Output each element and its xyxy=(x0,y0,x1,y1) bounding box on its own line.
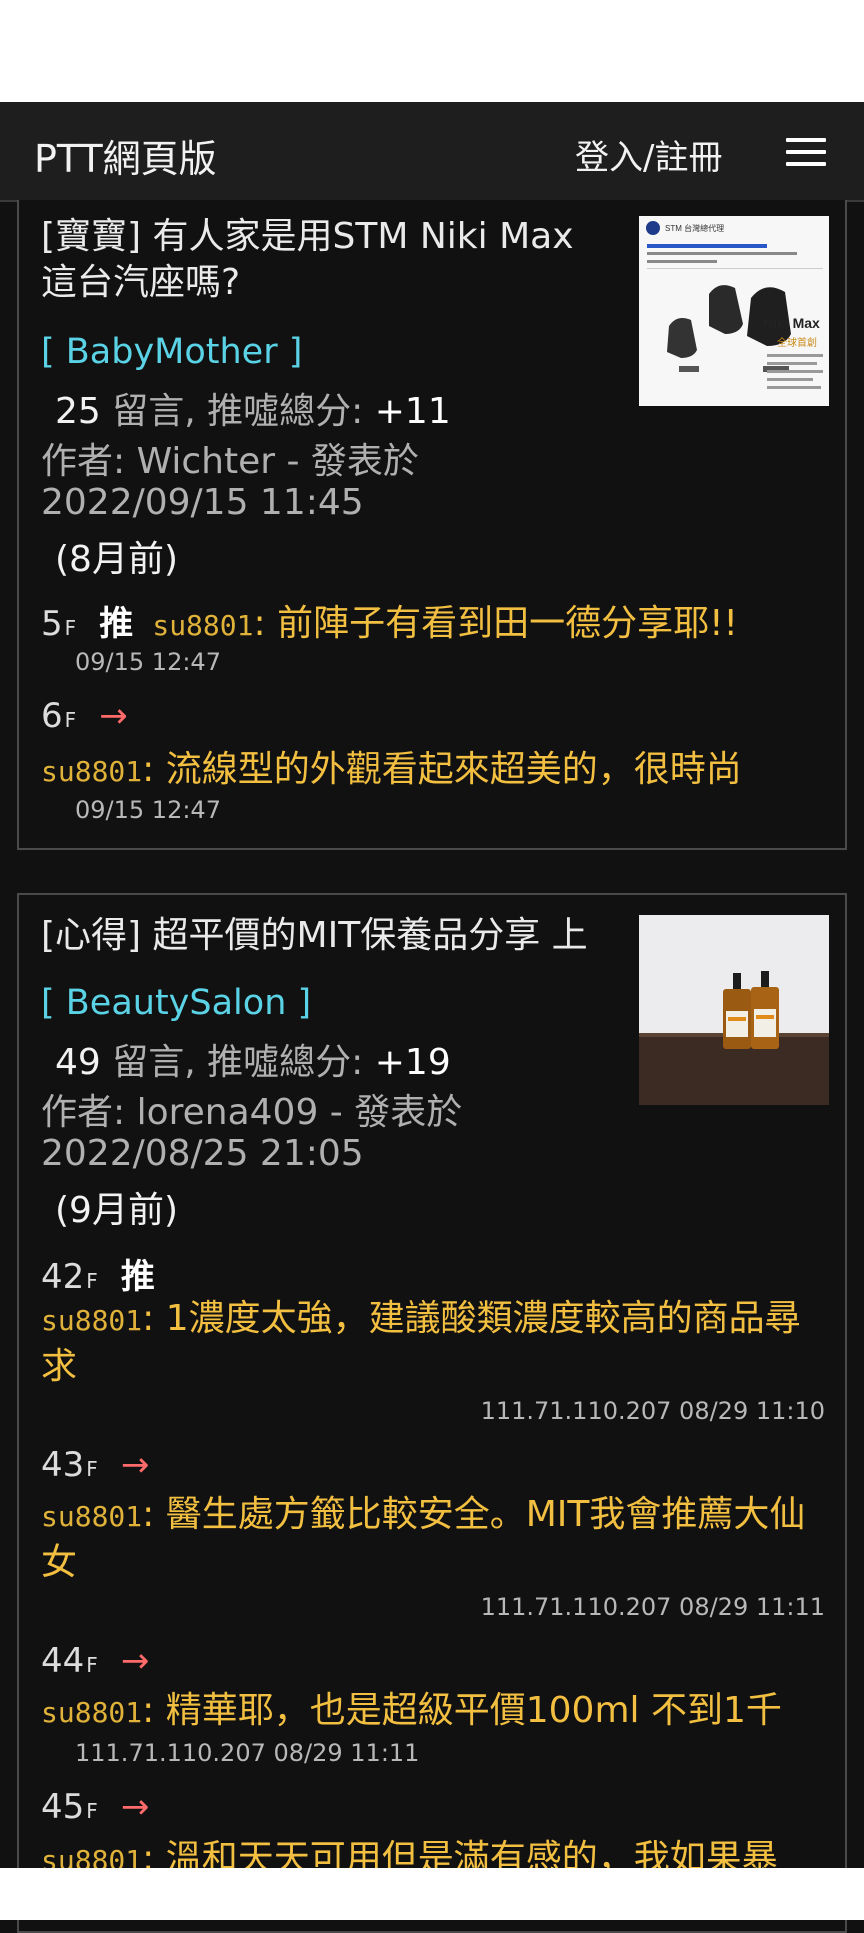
comment-count: 49 xyxy=(55,1042,101,1083)
comment-user: su8801 xyxy=(41,1500,143,1533)
post-thumbnail[interactable] xyxy=(639,915,829,1105)
comment-header: 6F → xyxy=(41,696,128,736)
car-seat-image-icon: STM 台灣總代理 Niki Max 全球首創 xyxy=(639,216,829,406)
board-link[interactable]: [ BeautySalon ] xyxy=(41,983,311,1023)
floor-number: 45 F xyxy=(41,1787,98,1827)
post-stats: 49 留言, 推噓總分: +19 xyxy=(55,1033,451,1085)
comment-user: su8801 xyxy=(41,1304,143,1337)
post-age: (8月前) xyxy=(55,539,178,580)
score: +19 xyxy=(374,1042,451,1083)
comment-user: su8801 xyxy=(152,609,254,642)
arrow-tag-icon: → xyxy=(120,1787,150,1827)
comment-header: 44 F → xyxy=(41,1641,149,1681)
post-date: 2022/08/25 21:05 xyxy=(41,1133,364,1174)
comment-header: 45 F → xyxy=(41,1787,149,1827)
comment-count: 25 xyxy=(55,391,101,432)
push-tag: 推 xyxy=(120,1257,155,1297)
serum-bottles-image-icon xyxy=(639,915,829,1105)
post-thumbnail[interactable]: STM 台灣總代理 Niki Max 全球首創 xyxy=(639,216,829,406)
comment-time: 111.71.110.207 08/29 11:11 xyxy=(75,1739,420,1767)
comment-text: : 精華耶，也是超級平價100ml 不到1千 xyxy=(142,1690,782,1731)
post-age: (9月前) xyxy=(55,1190,178,1231)
comment-user: su8801 xyxy=(41,755,143,788)
comment-text: : 流線型的外觀看起來超美的，很時尚 xyxy=(142,749,742,790)
author-line: 作者: lorena409 - 發表於 xyxy=(41,1092,463,1133)
floor-number: 42 F xyxy=(41,1257,98,1297)
comment-header: 43 F → xyxy=(41,1445,149,1485)
push-tag: 推 xyxy=(99,604,134,644)
arrow-tag-icon: → xyxy=(120,1445,150,1485)
comment-time: 09/15 12:47 xyxy=(75,648,221,676)
comment-header: 5F 推 su8801: 前陣子有看到田一德分享耶!! xyxy=(41,596,738,648)
comment-body: su8801: 醫生處方籤比較安全。MIT我會推薦大仙女 xyxy=(41,1491,831,1587)
arrow-tag-icon: → xyxy=(120,1641,150,1681)
comment-time: 111.71.110.207 08/29 11:11 xyxy=(480,1593,825,1621)
comment-body: su8801: 1濃度太強，建議酸類濃度較高的商品尋求 xyxy=(41,1295,831,1391)
floor-number: 5F xyxy=(41,604,77,644)
comment-header: 42 F 推 xyxy=(41,1249,155,1298)
svg-text:STM 台灣總代理: STM 台灣總代理 xyxy=(665,223,724,233)
stats-label: 留言, 推噓總分: xyxy=(112,1042,364,1083)
comment-text: : 1濃度太強，建議酸類濃度較高的商品尋求 xyxy=(41,1298,801,1387)
post-date: 2022/09/15 11:45 xyxy=(41,482,364,523)
post-title[interactable]: [心得] 超平價的MIT保養品分享 上 xyxy=(41,913,611,959)
comment-text: : 醫生處方籤比較安全。MIT我會推薦大仙女 xyxy=(41,1494,806,1583)
comment-user: su8801 xyxy=(41,1696,143,1729)
board-link[interactable]: [ BabyMother ] xyxy=(41,332,302,372)
arrow-tag-icon: → xyxy=(99,696,128,736)
comment-time: 111.71.110.207 08/29 11:10 xyxy=(480,1397,825,1425)
svg-text:全球首創: 全球首創 xyxy=(777,336,817,349)
comment-body: su8801: 精華耶，也是超級平價100ml 不到1千 xyxy=(41,1687,782,1735)
post-card[interactable]: [心得] 超平價的MIT保養品分享 上 [ BeautySalon ] 49 留… xyxy=(17,893,847,1933)
author-line: 作者: Wichter - 發表於 xyxy=(41,441,419,482)
stats-label: 留言, 推噓總分: xyxy=(112,391,364,432)
login-register-link[interactable]: 登入/註冊 xyxy=(575,130,722,179)
post-title[interactable]: [寶寶] 有人家是用STM Niki Max 這台汽座嗎? xyxy=(41,214,601,306)
score: +11 xyxy=(374,391,451,432)
navbar: PTT網頁版 登入/註冊 xyxy=(0,102,864,202)
hamburger-menu-icon[interactable] xyxy=(786,138,826,166)
floor-number: 6F xyxy=(41,696,77,736)
floor-number: 43 F xyxy=(41,1445,98,1485)
post-card[interactable]: [寶寶] 有人家是用STM Niki Max 這台汽座嗎? STM 台灣總代理 … xyxy=(17,200,847,850)
post-stats: 25 留言, 推噓總分: +11 xyxy=(55,382,451,434)
brand-link[interactable]: PTT網頁版 xyxy=(34,128,217,183)
comment-body: su8801: 流線型的外觀看起來超美的，很時尚 xyxy=(41,746,742,794)
floor-number: 44 F xyxy=(41,1641,98,1681)
svg-text:Niki Max: Niki Max xyxy=(763,315,820,331)
bottom-bar xyxy=(0,1868,864,1920)
comment-time: 09/15 12:47 xyxy=(75,796,221,824)
comment-text: : 前陣子有看到田一德分享耶!! xyxy=(253,603,738,644)
status-area xyxy=(0,0,864,102)
